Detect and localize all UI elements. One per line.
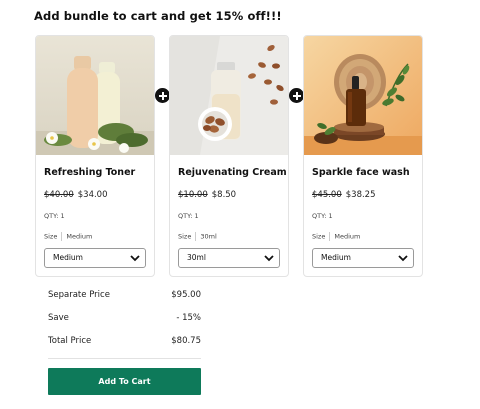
product-name[interactable]: Refreshing Toner — [44, 167, 135, 178]
save-label: Save — [48, 313, 69, 323]
chevron-down-icon — [130, 255, 140, 262]
plus-icon — [289, 88, 304, 103]
size-value: Medium — [66, 232, 93, 241]
size-value: 30ml — [200, 232, 217, 241]
size-select[interactable]: 30ml — [178, 248, 280, 268]
product-image[interactable] — [36, 36, 154, 155]
product-name[interactable]: Sparkle face wash — [312, 167, 410, 178]
cream-bottle-almonds-image — [170, 36, 288, 155]
quantity-value: 1 — [194, 212, 199, 220]
quantity-text: QTY: 1 — [312, 212, 333, 220]
bundle-heading: Add bundle to cart and get 15% off!!! — [34, 9, 282, 23]
quantity-label: QTY: — [178, 212, 193, 220]
discounted-price: $38.25 — [345, 190, 376, 200]
size-select-value: 30ml — [187, 253, 206, 262]
quantity-label: QTY: — [312, 212, 327, 220]
chevron-down-icon — [398, 255, 408, 262]
save-value: - 15% — [176, 313, 201, 323]
size-divider — [329, 232, 331, 241]
size-label: Size — [44, 232, 58, 241]
product-card-face-wash: Sparkle face wash $45.00 $38.25 QTY: 1 Si… — [303, 35, 423, 277]
discounted-price: $8.50 — [211, 190, 237, 200]
original-price: $40.00 — [44, 190, 74, 200]
size-value: Medium — [334, 232, 361, 241]
size-info: Size Medium — [44, 232, 92, 241]
discounted-price: $34.00 — [77, 190, 108, 200]
chevron-down-icon — [264, 255, 274, 262]
separate-price-value: $95.00 — [171, 290, 201, 300]
size-divider — [61, 232, 63, 241]
size-select-value: Medium — [53, 253, 83, 262]
size-select[interactable]: Medium — [312, 248, 414, 268]
amber-dropper-bottle-image — [304, 36, 422, 155]
quantity-value: 1 — [328, 212, 333, 220]
total-price-value: $80.75 — [171, 336, 201, 346]
plus-icon — [155, 88, 170, 103]
original-price: $10.00 — [178, 190, 208, 200]
quantity-text: QTY: 1 — [178, 212, 199, 220]
product-card-toner: Refreshing Toner $40.00 $34.00 QTY: 1 Siz… — [35, 35, 155, 277]
price-group: $45.00 $38.25 — [312, 190, 376, 200]
quantity-text: QTY: 1 — [44, 212, 65, 220]
price-group: $10.00 $8.50 — [178, 190, 236, 200]
size-divider — [195, 232, 197, 241]
product-card-cream: Rejuvenating Cream $10.00 $8.50 QTY: 1 Si… — [169, 35, 289, 277]
add-to-cart-button[interactable]: Add To Cart — [48, 368, 201, 395]
product-image[interactable] — [304, 36, 422, 155]
size-info: Size 30ml — [178, 232, 217, 241]
product-name[interactable]: Rejuvenating Cream — [178, 167, 287, 178]
size-info: Size Medium — [312, 232, 360, 241]
quantity-value: 1 — [60, 212, 65, 220]
original-price: $45.00 — [312, 190, 342, 200]
summary-divider — [48, 358, 201, 359]
price-group: $40.00 $34.00 — [44, 190, 108, 200]
size-label: Size — [312, 232, 326, 241]
size-select-value: Medium — [321, 253, 351, 262]
size-label: Size — [178, 232, 192, 241]
toner-bottles-image — [36, 36, 154, 155]
quantity-label: QTY: — [44, 212, 59, 220]
total-price-label: Total Price — [48, 336, 92, 346]
product-image[interactable] — [170, 36, 288, 155]
size-select[interactable]: Medium — [44, 248, 146, 268]
separate-price-label: Separate Price — [48, 290, 110, 300]
